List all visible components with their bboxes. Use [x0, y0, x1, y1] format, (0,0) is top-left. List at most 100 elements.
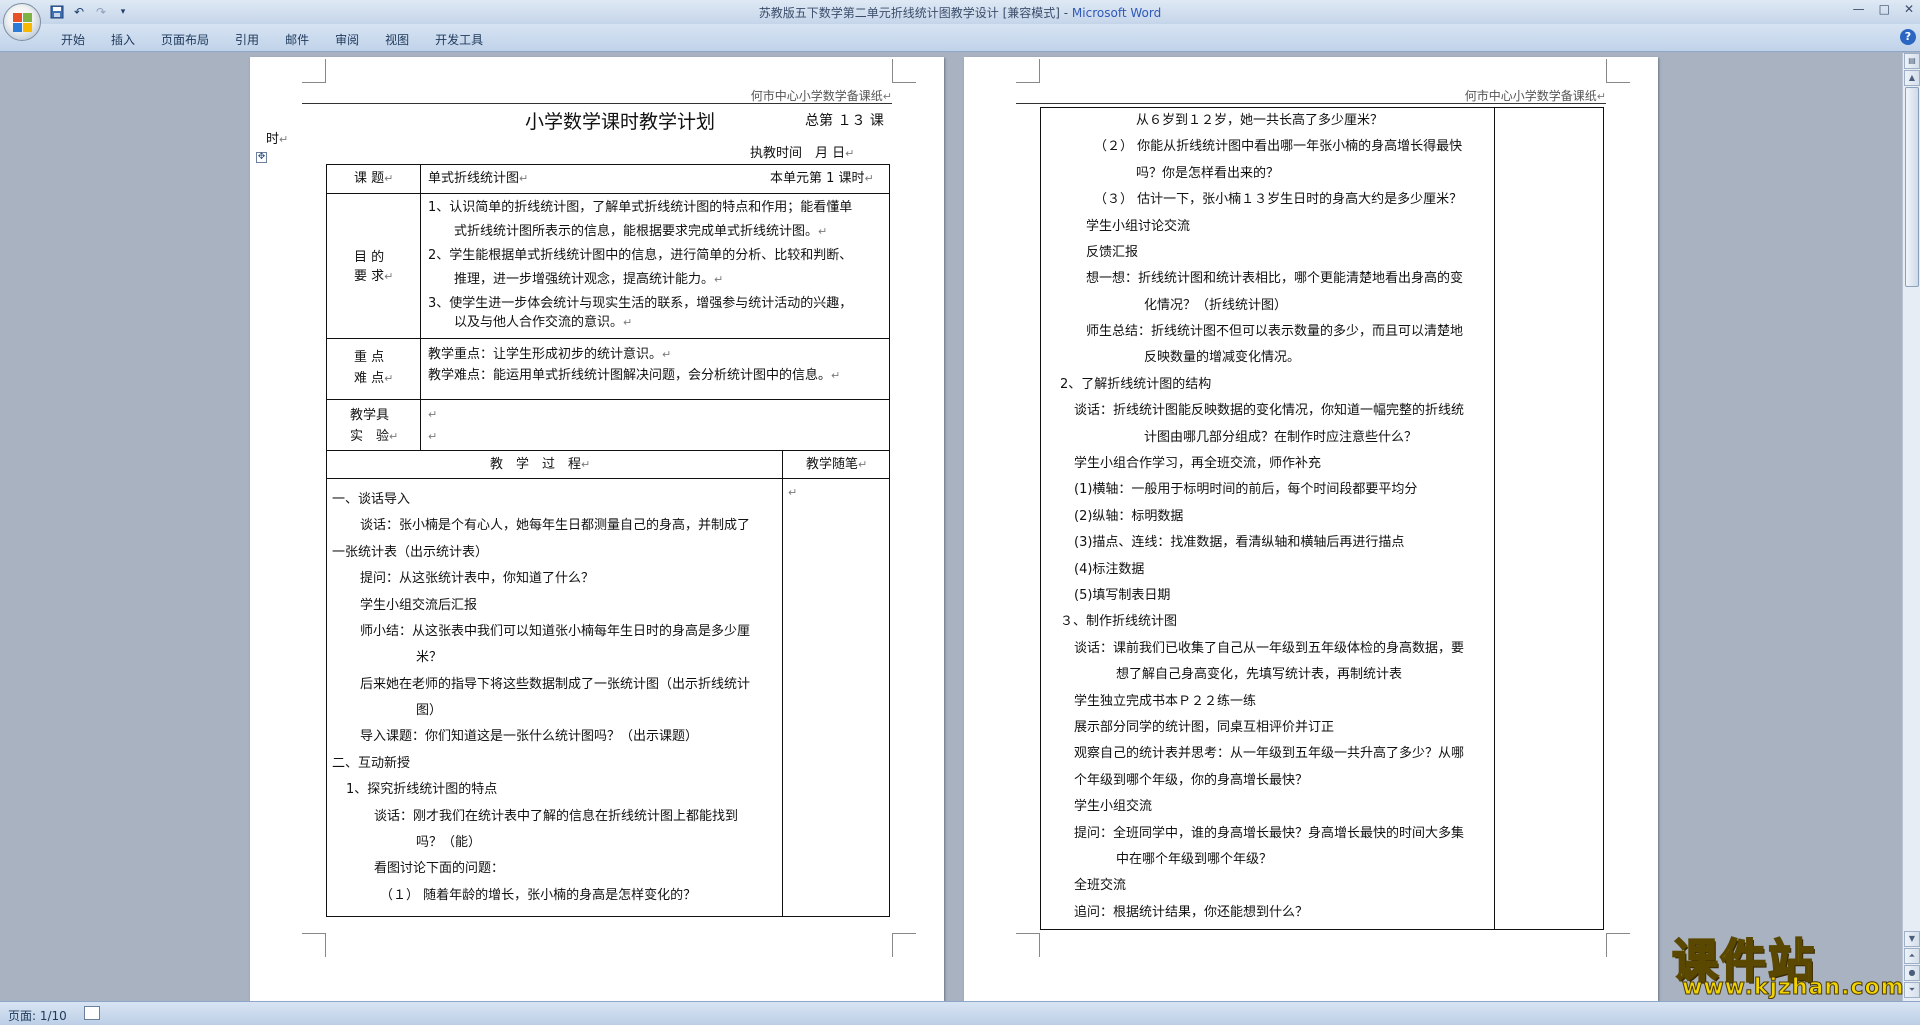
process-line: ３、制作折线统计图 [1060, 614, 1178, 629]
scroll-thumb[interactable] [1905, 87, 1919, 287]
redo-icon[interactable]: ↷ [92, 3, 110, 21]
undo-icon[interactable]: ↶ [70, 3, 88, 21]
vertical-scrollbar[interactable]: ▤ ▲ ▼ ⏶ ● ⏷ [1902, 53, 1920, 1001]
key-label: 重 点 [354, 350, 385, 365]
tool-label: 教学具 [350, 408, 390, 423]
col-divider [1494, 107, 1495, 930]
status-bar: 页面: 1/10 [0, 1001, 1920, 1025]
notes-label: 教学随笔↵ [806, 457, 868, 472]
process-line: 想了解自己身高变化，先填写统计表，再制统计表 [1116, 667, 1403, 682]
process-line: 一张统计表（出示统计表） [332, 545, 489, 560]
process-line: 图） [416, 703, 443, 718]
save-icon[interactable] [48, 3, 66, 21]
key-point: 教学重点：让学生形成初步的统计意识。↵ [428, 347, 672, 362]
tab-view[interactable]: 视图 [372, 29, 422, 50]
tool-label-2: 实 验↵ [350, 429, 399, 444]
process-line: 提问：全班同学中，谁的身高增长最快？身高增长最快的时间大多集 [1074, 826, 1465, 841]
process-line: (5)填写制表日期 [1074, 588, 1171, 603]
page-1[interactable]: 何市中心小学数学备课纸↵ 小学数学课时教学计划 总第 １３ 课 时↵ 执教时间 … [250, 57, 944, 1001]
page-header: 何市中心小学数学备课纸↵ [750, 89, 892, 103]
process-line: 展示部分同学的统计图，同桌互相评价并订正 [1074, 720, 1335, 735]
process-line: 学生小组交流 [1074, 799, 1153, 814]
help-icon[interactable]: ? [1900, 29, 1916, 45]
crop-mark [1016, 933, 1040, 957]
topic-label: 课 题↵ [354, 171, 394, 186]
paragraph-mark: ↵ [788, 486, 798, 499]
paragraph-mark: ↵ [428, 430, 438, 443]
goal-line: 3、使学生进一步体会统计与现实生活的联系，增强参与统计活动的兴趣， [428, 296, 853, 311]
goal-label-2: 要 求↵ [354, 269, 394, 284]
process-line: 一、谈话导入 [332, 492, 411, 507]
crop-mark [1016, 59, 1040, 83]
process-line: 谈话：张小楠是个有心人，她每年生日都测量自己的身高，并制成了 [360, 518, 751, 533]
key-label-2: 难 点↵ [354, 371, 394, 386]
process-line: 中在哪个年级到哪个年级？ [1116, 852, 1273, 867]
process-line: （２） 你能从折线统计图中看出哪一年张小楠的身高增长得最快 [1094, 139, 1463, 154]
process-line: 吗？你是怎样看出来的？ [1136, 166, 1280, 181]
tab-review[interactable]: 审阅 [322, 29, 372, 50]
quick-access-toolbar: ↶ ↷ ▾ [48, 2, 132, 22]
process-line: （３） 估计一下，张小楠１３岁生日时的身高大约是多少厘米？ [1094, 192, 1463, 207]
header-rule [1016, 103, 1606, 104]
window-controls: — □ ✕ [1853, 2, 1914, 16]
process-line: (2)纵轴：标明数据 [1074, 509, 1184, 524]
goal-line: 以及与他人合作交流的意识。↵ [454, 315, 633, 330]
goal-line: 1、认识简单的折线统计图，了解单式折线统计图的特点和作用；能看懂单 [428, 200, 853, 215]
process-line: (1)横轴：一般用于标明时间的前后，每个时间段都要平均分 [1074, 482, 1418, 497]
process-line: 1、探究折线统计图的特点 [346, 782, 498, 797]
crop-mark [892, 59, 916, 83]
tab-references[interactable]: 引用 [222, 29, 272, 50]
crop-mark [892, 933, 916, 957]
process-line: 全班交流 [1074, 878, 1127, 893]
process-line: 学生小组交流后汇报 [360, 598, 478, 613]
ruler-toggle-icon[interactable]: ▤ [1904, 53, 1920, 69]
site-watermark-logo: 课件站 www.kjzhan.com [1668, 925, 1918, 1005]
process-line: 吗？（能） [416, 835, 482, 850]
process-line: 反映数量的增减变化情况。 [1144, 350, 1301, 365]
minimize-icon[interactable]: — [1853, 2, 1865, 16]
topic-value: 单式折线统计图↵ [428, 171, 529, 186]
crop-mark [1606, 59, 1630, 83]
close-icon[interactable]: ✕ [1904, 2, 1914, 16]
goal-line: 推理，进一步增强统计观念，提高统计能力。↵ [454, 272, 724, 287]
process-line: (4)标注数据 [1074, 562, 1145, 577]
process-line: 导入课题：你们知道这是一张什么统计图吗？（出示课题） [360, 729, 699, 744]
tab-home[interactable]: 开始 [48, 29, 98, 50]
process-label: 教 学 过 程↵ [490, 457, 591, 472]
process-line: 学生小组合作学习，再全班交流，师作补充 [1074, 456, 1322, 471]
process-line: (3)描点、连线：找准数据，看清纵轴和横轴后再进行描点 [1074, 535, 1405, 550]
ribbon: 开始 插入 页面布局 引用 邮件 审阅 视图 开发工具 ? [0, 24, 1920, 52]
office-logo-icon [13, 13, 33, 33]
customize-qat-icon[interactable]: ▾ [114, 3, 132, 21]
page-count[interactable]: 页面: 1/10 [8, 1007, 67, 1024]
total-lesson: 总第 １３ 课 [805, 113, 884, 129]
tab-page-layout[interactable]: 页面布局 [148, 29, 222, 50]
maximize-icon[interactable]: □ [1879, 2, 1890, 16]
process-line: 师生总结：折线统计图不但可以表示数量的多少，而且可以清楚地 [1086, 324, 1464, 339]
process-line: 观察自己的统计表并思考：从一年级到五年级一共升高了多少？从哪 [1074, 746, 1465, 761]
process-line: 师小结：从这张表中我们可以知道张小楠每年生日时的身高是多少厘 [360, 624, 751, 639]
goal-label: 目 的 [354, 250, 385, 265]
row-divider [326, 478, 890, 479]
scroll-up-icon[interactable]: ▲ [1904, 70, 1920, 86]
table-move-handle-icon[interactable]: ✥ [256, 152, 267, 163]
row-divider [326, 399, 890, 400]
watermark-url: www.kjzhan.com [1682, 975, 1905, 1001]
page-2[interactable]: 何市中心小学数学备课纸↵ 从６岁到１２岁，她一共长高了多少厘米？ （２） 你能从… [964, 57, 1658, 1001]
tab-developer[interactable]: 开发工具 [422, 29, 496, 50]
col-divider [782, 450, 783, 917]
crop-mark [1606, 933, 1630, 957]
process-line: 从６岁到１２岁，她一共长高了多少厘米？ [1136, 113, 1384, 128]
process-line: 二、互动新授 [332, 756, 411, 771]
process-line: 看图讨论下面的问题： [374, 861, 505, 876]
difficult-point: 教学难点：能运用单式折线统计图解决问题，会分析统计图中的信息。↵ [428, 368, 841, 383]
proofing-status-icon[interactable] [84, 1006, 100, 1020]
process-line: 谈话：课前我们已收集了自己从一年级到五年级体检的身高数据，要 [1074, 641, 1465, 656]
office-button[interactable] [3, 3, 41, 41]
document-area[interactable]: 何市中心小学数学备课纸↵ 小学数学课时教学计划 总第 １３ 课 时↵ 执教时间 … [0, 53, 1902, 1001]
process-line: 追问：根据统计结果，你还能想到什么？ [1074, 905, 1309, 920]
process-line: 米？ [416, 650, 443, 665]
row-divider [326, 193, 890, 194]
tab-insert[interactable]: 插入 [98, 29, 148, 50]
tab-mailings[interactable]: 邮件 [272, 29, 322, 50]
